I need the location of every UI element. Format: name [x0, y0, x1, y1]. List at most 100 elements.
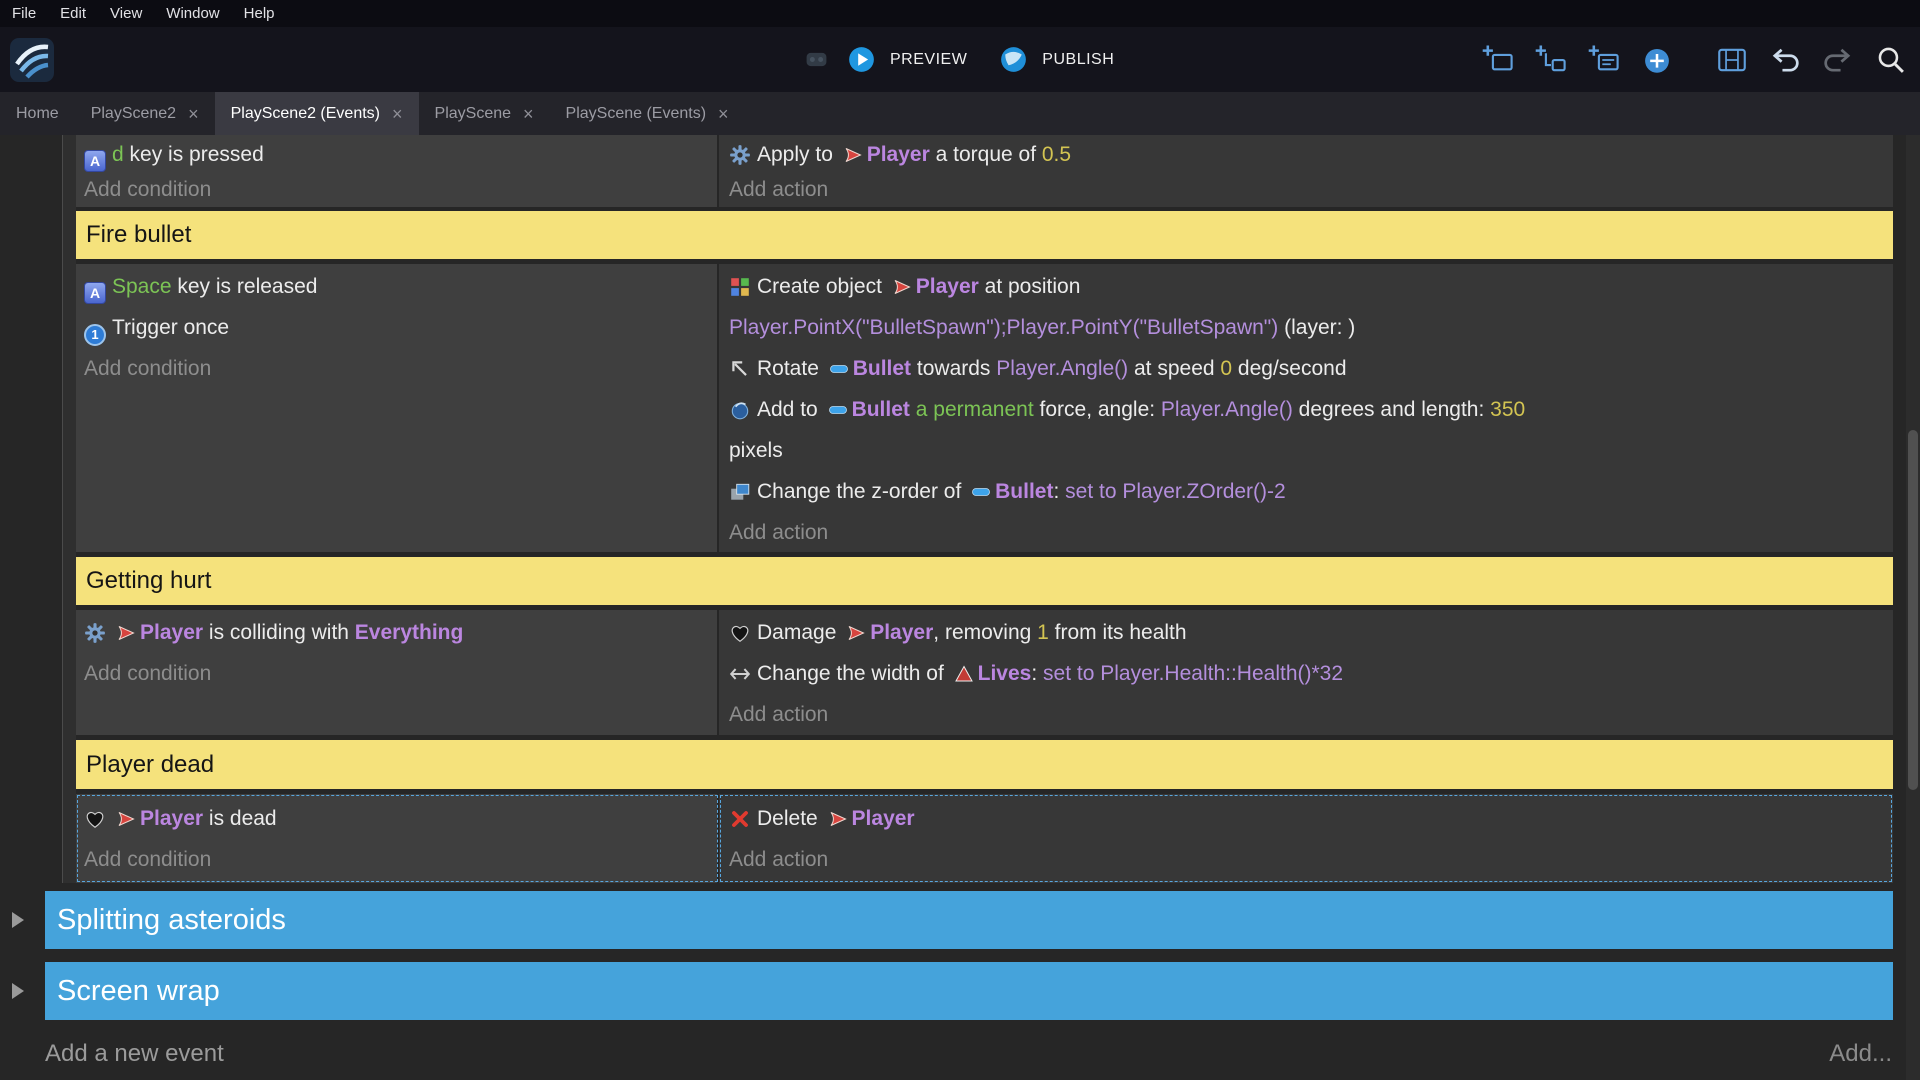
add-comment-icon[interactable]	[1587, 43, 1621, 77]
action-add-force-wrap[interactable]: pixels	[729, 430, 1893, 471]
bullet-icon	[971, 482, 991, 502]
bullet-icon	[829, 359, 849, 379]
comment-text: Fire bullet	[86, 221, 191, 249]
tab-label: PlayScene2	[91, 105, 176, 123]
action-damage-player[interactable]: Damage Player, removing 1 from its healt…	[729, 612, 1893, 653]
condition-trigger-once[interactable]: 1Trigger once	[84, 307, 717, 348]
physics-gear-icon	[729, 144, 751, 166]
add-condition-link[interactable]: Add condition	[84, 172, 717, 207]
comment-text: Player dead	[86, 751, 214, 779]
close-icon[interactable]: ×	[523, 105, 534, 123]
action-create-object[interactable]: Create object Player at position	[729, 266, 1893, 307]
add-new-event-link[interactable]: Add a new event	[45, 1040, 224, 1068]
comment-fire-bullet[interactable]: Fire bullet	[76, 211, 1893, 259]
trigger-once-icon: 1	[84, 324, 106, 346]
condition-key-released[interactable]: ASpace key is released	[84, 266, 717, 307]
close-icon[interactable]: ×	[188, 105, 199, 123]
menu-window[interactable]: Window	[154, 5, 231, 22]
player-icon	[828, 809, 848, 829]
scrollbar-thumb[interactable]	[1908, 430, 1918, 790]
tab-playscene-events[interactable]: PlayScene (Events)×	[550, 92, 745, 135]
tab-playscene[interactable]: PlayScene ×	[419, 92, 550, 135]
keyboard-key-icon: A	[84, 150, 106, 172]
redo-icon[interactable]	[1821, 43, 1855, 77]
add-condition-link[interactable]: Add condition	[84, 839, 717, 880]
group-screen-wrap[interactable]: Screen wrap	[45, 962, 1893, 1020]
event-row: ASpace key is released 1Trigger once Add…	[76, 264, 1893, 552]
scene-elements-icon[interactable]	[1715, 43, 1749, 77]
close-icon[interactable]: ×	[392, 105, 403, 123]
action-rotate-bullet[interactable]: Rotate Bullet towards Player.Angle() at …	[729, 348, 1893, 389]
add-action-link[interactable]: Add action	[729, 839, 1893, 880]
player-icon	[116, 809, 136, 829]
undo-icon[interactable]	[1768, 43, 1802, 77]
group-expander-icon[interactable]	[12, 983, 24, 999]
tab-label: PlayScene	[435, 105, 512, 123]
add-action-link[interactable]: Add action	[729, 512, 1893, 552]
add-more-link[interactable]: Add...	[1829, 1040, 1892, 1068]
tab-label: PlayScene2 (Events)	[231, 105, 380, 123]
health-heart-icon	[84, 808, 106, 830]
lives-icon	[954, 664, 974, 684]
debugger-icon[interactable]	[800, 43, 833, 76]
add-action-link[interactable]: Add action	[729, 694, 1893, 735]
toolbar: PREVIEW PUBLISH	[0, 27, 1920, 92]
add-subevent-icon[interactable]	[1534, 43, 1568, 77]
event-conditions: Ad key is pressed Add condition	[76, 135, 719, 207]
group-expander-icon[interactable]	[12, 912, 24, 928]
action-delete-player[interactable]: Delete Player	[729, 798, 1893, 839]
force-icon	[729, 399, 751, 421]
z-order-icon	[729, 481, 751, 503]
create-object-icon	[729, 276, 751, 298]
close-icon[interactable]: ×	[718, 105, 729, 123]
comment-text: Getting hurt	[86, 567, 211, 595]
tab-playscene2-events[interactable]: PlayScene2 (Events) ×	[215, 92, 419, 135]
publish-button[interactable]: PUBLISH	[1042, 51, 1114, 69]
preview-button[interactable]: PREVIEW	[890, 51, 967, 69]
menu-help[interactable]: Help	[232, 5, 287, 22]
gdevelop-window: File Edit View Window Help PREVIEW PUBLI…	[0, 0, 1920, 1080]
preview-play-icon[interactable]	[845, 43, 878, 76]
group-splitting-asteroids[interactable]: Splitting asteroids	[45, 891, 1893, 949]
menu-bar: File Edit View Window Help	[0, 0, 1920, 27]
action-change-zorder[interactable]: Change the z-order of Bullet: set to Pla…	[729, 471, 1893, 512]
search-icon[interactable]	[1874, 43, 1908, 77]
event-row: Player is colliding with Everything Add …	[76, 610, 1893, 735]
app-logo-icon	[10, 38, 54, 82]
action-apply-torque[interactable]: Apply to Player a torque of 0.5	[729, 137, 1893, 172]
action-create-object-position[interactable]: Player.PointX("BulletSpawn");Player.Poin…	[729, 307, 1893, 348]
tab-label: Home	[16, 105, 59, 123]
toolbar-center: PREVIEW PUBLISH	[800, 27, 1132, 92]
event-gutter	[62, 135, 76, 883]
event-actions: Create object Player at position Player.…	[719, 264, 1893, 552]
player-icon	[892, 277, 912, 297]
add-condition-link[interactable]: Add condition	[84, 348, 717, 389]
bullet-icon	[828, 400, 848, 420]
add-condition-link[interactable]: Add condition	[84, 653, 717, 694]
menu-file[interactable]: File	[0, 5, 48, 22]
condition-collision[interactable]: Player is colliding with Everything	[84, 612, 717, 653]
rotate-icon	[729, 358, 751, 380]
player-icon	[843, 145, 863, 165]
player-icon	[116, 623, 136, 643]
comment-player-dead[interactable]: Player dead	[76, 740, 1893, 789]
menu-view[interactable]: View	[98, 5, 154, 22]
tab-home[interactable]: Home	[0, 92, 75, 135]
add-action-link[interactable]: Add action	[729, 172, 1893, 207]
condition-key-pressed[interactable]: Ad key is pressed	[84, 137, 717, 172]
add-event-icon[interactable]	[1481, 43, 1515, 77]
action-add-force[interactable]: Add to Bullet a permanent force, angle: …	[729, 389, 1893, 430]
tab-playscene2[interactable]: PlayScene2 ×	[75, 92, 215, 135]
event-actions: Apply to Player a torque of 0.5 Add acti…	[719, 135, 1893, 207]
condition-player-dead[interactable]: Player is dead	[84, 798, 717, 839]
group-title: Splitting asteroids	[57, 904, 286, 937]
group-title: Screen wrap	[57, 975, 220, 1008]
menu-edit[interactable]: Edit	[48, 5, 98, 22]
action-change-width[interactable]: Change the width of Lives: set to Player…	[729, 653, 1893, 694]
keyboard-key-icon: A	[84, 282, 106, 304]
add-more-icon[interactable]	[1640, 43, 1674, 77]
event-actions: Delete Player Add action	[719, 794, 1893, 883]
width-arrows-icon	[729, 663, 751, 685]
comment-getting-hurt[interactable]: Getting hurt	[76, 557, 1893, 605]
publish-globe-icon[interactable]	[997, 43, 1030, 76]
